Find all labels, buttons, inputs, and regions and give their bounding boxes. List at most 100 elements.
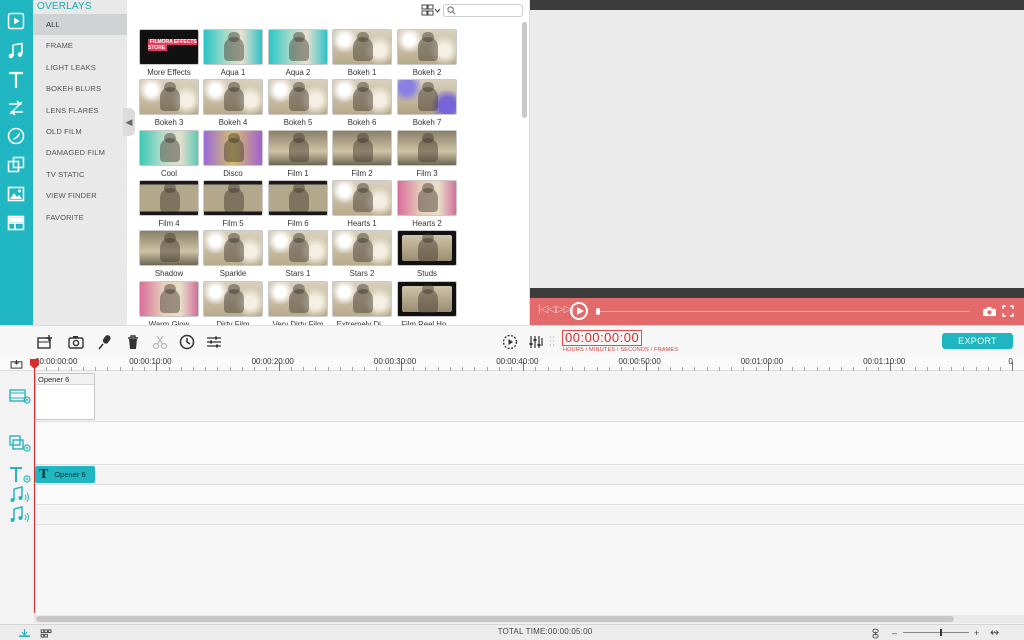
overlay-tile[interactable]: Disco — [203, 130, 263, 178]
overlay-tile[interactable]: Bokeh 1 — [332, 29, 392, 77]
overlay-tile[interactable]: Bokeh 6 — [332, 79, 392, 127]
music-icon[interactable] — [6, 41, 26, 61]
video-track-header[interactable] — [9, 387, 31, 410]
category-item-bokeh-blurs[interactable]: BOKEH BLURS — [33, 78, 127, 99]
media-icon[interactable] — [6, 11, 26, 31]
link-icon[interactable] — [872, 628, 879, 639]
status-bar: TOTAL TIME:00:00:05:00 – + ↭ — [0, 624, 1024, 640]
ruler-label: 00:00:00:00 — [35, 357, 78, 366]
title-icon[interactable] — [6, 70, 26, 90]
filter-icon[interactable] — [6, 126, 26, 146]
grid-scrollbar[interactable] — [522, 22, 527, 118]
timeline-scroll-thumb[interactable] — [36, 616, 954, 622]
split-screen-icon[interactable] — [6, 213, 26, 233]
playback-scrubber[interactable] — [596, 308, 600, 315]
timecode-display[interactable]: 00:00:00:00 — [562, 330, 643, 346]
voiceover-button[interactable] — [96, 333, 114, 351]
add-marker-icon[interactable] — [10, 360, 23, 369]
overlay-tile[interactable]: Extremely Di... — [332, 281, 392, 325]
overlay-thumbnail — [139, 130, 199, 166]
category-item-damaged-film[interactable]: DAMAGED FILM — [33, 142, 127, 163]
overlay-tile[interactable]: Warm Glow — [139, 281, 199, 325]
overlay-tile[interactable]: Bokeh 3 — [139, 79, 199, 127]
timecode-drag-handle[interactable] — [548, 333, 556, 351]
overlay-tile[interactable]: Stars 2 — [332, 230, 392, 278]
video-clip[interactable]: Opener 6 — [35, 373, 95, 420]
pip-track[interactable] — [34, 422, 1024, 465]
overlay-tile[interactable]: Film 1 — [268, 130, 328, 178]
overlay-tile[interactable]: Shadow — [139, 230, 199, 278]
category-item-favorite[interactable]: FAVORITE — [33, 207, 127, 228]
music-track-2[interactable] — [34, 505, 1024, 525]
transition-icon[interactable] — [6, 98, 26, 118]
playback-progress-track[interactable] — [598, 311, 970, 312]
fullscreen-icon[interactable] — [1002, 305, 1014, 317]
pip-track-icon — [9, 435, 31, 452]
zoom-in-button[interactable]: + — [974, 628, 979, 638]
overlay-icon[interactable] — [6, 155, 26, 175]
record-camera-button[interactable] — [67, 333, 85, 351]
text-track[interactable] — [34, 465, 1024, 485]
overlay-tile[interactable]: Aqua 2 — [268, 29, 328, 77]
export-button[interactable]: EXPORT — [942, 333, 1013, 349]
play-button[interactable] — [570, 302, 588, 320]
delete-button[interactable] — [124, 333, 142, 351]
grid-view-toggle[interactable] — [421, 4, 441, 17]
category-item-old-film[interactable]: OLD FILM — [33, 121, 127, 142]
mixer-icon — [529, 336, 543, 348]
overlay-thumbnail — [332, 130, 392, 166]
split-button[interactable] — [151, 333, 169, 351]
zoom-slider-knob[interactable] — [940, 629, 942, 636]
overlay-tile[interactable]: Film 5 — [203, 180, 263, 228]
zoom-slider-track[interactable] — [903, 632, 969, 633]
adjust-button[interactable] — [205, 333, 223, 351]
playhead-line[interactable] — [34, 359, 35, 613]
overlay-tile[interactable]: Stars 1 — [268, 230, 328, 278]
overlay-tile[interactable]: Hearts 1 — [332, 180, 392, 228]
zoom-out-button[interactable]: – — [892, 628, 897, 638]
overlay-tile[interactable]: Bokeh 2 — [397, 29, 457, 77]
timeline-ruler[interactable]: 00:00:00:00 00:00:10:00 00:00:20:00 00:00:3… — [0, 355, 1024, 371]
category-item-tv-static[interactable]: TV STATIC — [33, 164, 127, 185]
ruler-label: 00:00:30:00 — [373, 357, 417, 366]
category-item-view-finder[interactable]: VIEW FINDER — [33, 185, 127, 206]
fit-timeline-button[interactable]: ↭ — [990, 626, 999, 639]
overlay-tile[interactable]: Studs — [397, 230, 457, 278]
overlay-thumbnail — [397, 79, 457, 115]
pip-track-header[interactable] — [9, 435, 31, 458]
overlay-tile[interactable]: Film 6 — [268, 180, 328, 228]
category-item-all[interactable]: ALL — [33, 14, 127, 36]
overlay-tile[interactable]: Cool — [139, 130, 199, 178]
overlay-tile[interactable]: Sparkle — [203, 230, 263, 278]
timeline-scrollbar[interactable] — [34, 615, 1024, 623]
audio-mixer-button[interactable] — [527, 333, 545, 351]
collapse-panel-toggle[interactable]: ◀ — [123, 108, 135, 136]
overlay-tile[interactable]: Bokeh 7 — [397, 79, 457, 127]
speed-button[interactable] — [178, 333, 196, 351]
overlay-tile[interactable]: Dirty Film — [203, 281, 263, 325]
overlay-tile[interactable]: Film 2 — [332, 130, 392, 178]
overlay-tile[interactable]: Film 3 — [397, 130, 457, 178]
music-track-header-2[interactable] — [9, 506, 31, 529]
video-track[interactable] — [34, 371, 1024, 422]
snapshot-camera-icon[interactable] — [982, 306, 997, 317]
music-track-1[interactable] — [34, 485, 1024, 505]
overlay-tile[interactable]: Very Dirty Film — [268, 281, 328, 325]
overlay-tile[interactable]: FILMORA EFFECTS STORE More Effects — [139, 29, 199, 77]
render-preview-button[interactable] — [501, 333, 519, 351]
add-track-button[interactable] — [36, 333, 54, 351]
video-track-icon — [9, 389, 31, 404]
category-item-light-leaks[interactable]: LIGHT LEAKS — [33, 57, 127, 78]
overlay-tile[interactable]: Film Reel Ho... — [397, 281, 457, 325]
thumbnail-figure-head — [228, 133, 240, 143]
overlay-tile[interactable]: Aqua 1 — [203, 29, 263, 77]
rewind-icon[interactable]: |◁◁ — [538, 304, 556, 315]
text-clip[interactable]: T Opener 6 — [35, 466, 95, 483]
overlay-tile[interactable]: Bokeh 5 — [268, 79, 328, 127]
image-icon[interactable] — [6, 184, 26, 204]
category-item-frame[interactable]: FRAME — [33, 35, 127, 56]
overlay-tile[interactable]: Hearts 2 — [397, 180, 457, 228]
category-item-lens-flares[interactable]: LENS FLARES — [33, 100, 127, 121]
overlay-tile[interactable]: Film 4 — [139, 180, 199, 228]
overlay-tile[interactable]: Bokeh 4 — [203, 79, 263, 127]
